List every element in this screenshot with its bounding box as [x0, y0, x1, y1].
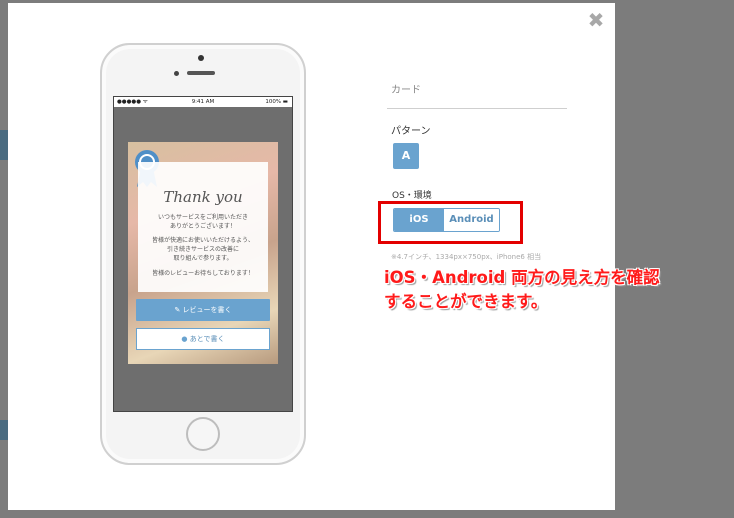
divider — [387, 108, 567, 109]
home-button-icon — [186, 417, 220, 451]
message-line: 取り組んで参ります。 — [173, 255, 233, 262]
os-android-button[interactable]: Android — [444, 209, 499, 231]
write-review-button[interactable]: ✎ レビューを書く — [136, 299, 270, 321]
pattern-a-button[interactable]: A — [393, 143, 419, 169]
front-camera-icon — [198, 55, 204, 61]
write-later-button[interactable]: ● あとで書く — [136, 328, 270, 350]
background-strip — [0, 130, 8, 160]
write-review-label: レビューを書く — [182, 306, 232, 314]
sensor-icon — [174, 71, 179, 76]
os-environment-label: OS・環境 — [392, 191, 432, 201]
status-bar: ●●●●● ᯤ 9:41 AM 100% ▬ — [114, 97, 292, 107]
card-message-panel: Thank you いつもサービスをご利用いただき ありがとうございます！ 皆様… — [138, 162, 268, 292]
chat-bubble-icon: ● — [181, 335, 190, 343]
close-icon[interactable]: ✖ — [587, 10, 605, 30]
message-line: 皆様が快適にお使いいただけるよう、 — [151, 237, 254, 244]
card-section-label: カード — [391, 85, 421, 96]
callout-line-1: iOS・Android 両方の見え方を確認 — [384, 268, 660, 287]
pencil-icon: ✎ — [174, 306, 183, 314]
phone-screen: ●●●●● ᯤ 9:41 AM 100% ▬ Thank you いつもサービス… — [113, 96, 293, 412]
device-spec-note: ※4.7インチ、1334px×750px、iPhone6 相当 — [391, 253, 542, 261]
os-ios-button[interactable]: iOS — [394, 209, 444, 231]
review-card: Thank you いつもサービスをご利用いただき ありがとうございます！ 皆様… — [128, 142, 278, 364]
message-line: ありがとうございます！ — [169, 223, 236, 230]
write-later-label: あとで書く — [189, 335, 225, 343]
battery-indicator: 100% ▬ — [265, 99, 288, 105]
message-line: 引き続きサービスの改善に — [166, 246, 239, 253]
message-line: 皆様のレビューお待ちしております！ — [152, 270, 254, 277]
message-line: いつもサービスをご利用いただき — [157, 214, 248, 221]
callout-annotation: iOS・Android 両方の見え方を確認 することができます。 — [384, 266, 734, 314]
callout-line-2: することができます。 — [384, 292, 548, 311]
thank-you-title: Thank you — [163, 188, 243, 206]
pattern-label: パターン — [391, 126, 431, 137]
os-toggle: iOS Android — [393, 208, 500, 232]
speaker-icon — [187, 71, 215, 75]
background-strip — [0, 420, 8, 440]
